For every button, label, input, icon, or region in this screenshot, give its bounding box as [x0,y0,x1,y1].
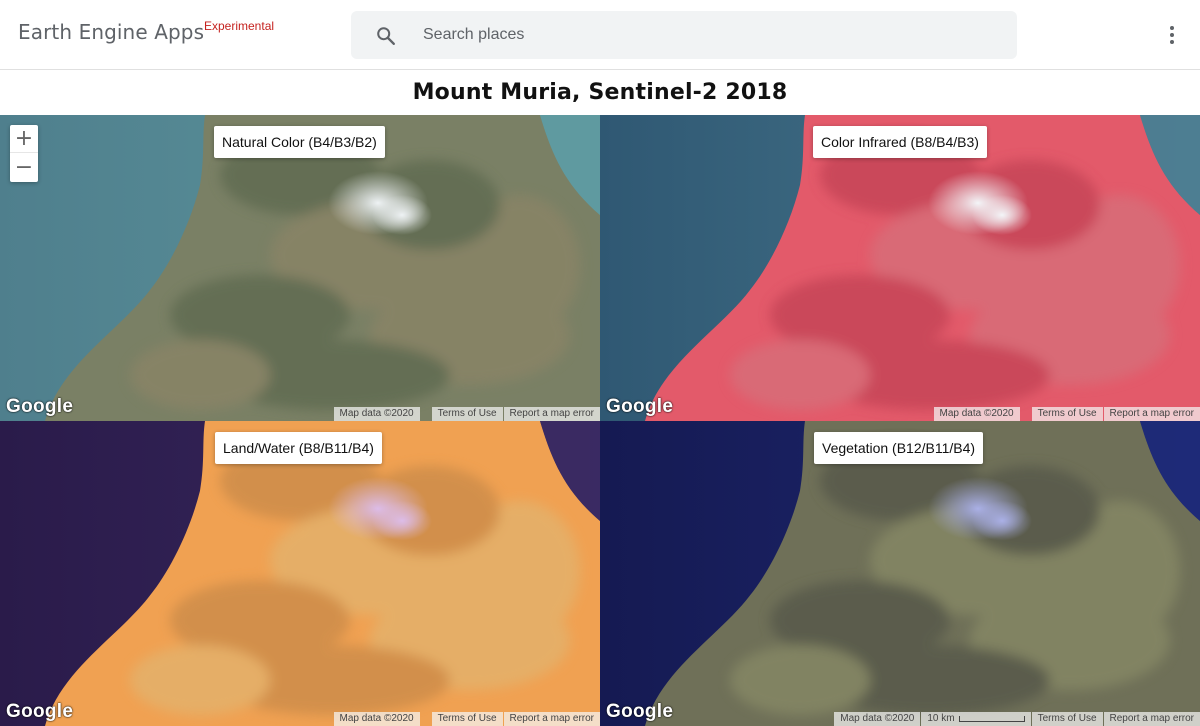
zoom-control: + − [10,125,38,182]
title-bar: Mount Muria, Sentinel-2 2018 [0,70,1200,115]
satellite-imagery[interactable] [600,421,1200,726]
report-error-link[interactable]: Report a map error [1103,712,1200,726]
attribution: Map data ©2020 Terms of Use Report a map… [333,712,600,726]
satellite-imagery[interactable] [600,115,1200,421]
attribution-gap [421,712,431,726]
search-input[interactable] [423,20,983,50]
app-header: Earth Engine Apps Experimental [0,0,1200,70]
attribution: Map data ©2020 Terms of Use Report a map… [333,407,600,421]
scale-label: 10 km [927,713,955,724]
more-dot [1170,26,1174,30]
map-panel-natural-color[interactable]: Natural Color (B4/B3/B2) Google Map data… [0,115,600,421]
summit-cloud [372,195,432,235]
map-panel-vegetation[interactable]: Vegetation (B12/B11/B4) Google Map data … [600,421,1200,726]
terms-link[interactable]: Terms of Use [1031,712,1103,726]
map-label: Land/Water (B8/B11/B4) [215,432,382,464]
brand-name[interactable]: Earth Engine Apps [18,20,204,44]
summit-cloud [972,195,1032,235]
more-vert-icon[interactable] [1160,22,1184,48]
satellite-imagery[interactable] [0,115,600,421]
attribution: Map data ©2020 10 km Terms of Use Report… [833,712,1200,726]
satellite-imagery[interactable] [0,421,600,726]
scale-line [958,716,1025,722]
search-icon[interactable] [375,25,397,47]
terms-link[interactable]: Terms of Use [1031,407,1103,421]
map-data-text: Map data ©2020 [933,407,1020,421]
report-error-link[interactable]: Report a map error [503,407,600,421]
page-title: Mount Muria, Sentinel-2 2018 [412,80,788,105]
report-error-link[interactable]: Report a map error [503,712,600,726]
terms-link[interactable]: Terms of Use [431,712,503,726]
google-logo[interactable]: Google [6,396,73,418]
google-logo[interactable]: Google [606,701,673,723]
terms-link[interactable]: Terms of Use [431,407,503,421]
map-label: Natural Color (B4/B3/B2) [214,126,385,158]
attribution-gap [421,407,431,421]
map-data-text: Map data ©2020 [834,712,921,726]
zoom-in-button[interactable]: + [10,125,38,153]
google-logo[interactable]: Google [6,701,73,723]
summit-cloud [372,500,432,541]
map-panel-color-infrared[interactable]: Color Infrared (B8/B4/B3) Google Map dat… [600,115,1200,421]
attribution: Map data ©2020 Terms of Use Report a map… [933,407,1200,421]
google-logo[interactable]: Google [606,396,673,418]
search-box[interactable] [351,11,1017,59]
scale-bar[interactable]: 10 km [921,712,1031,726]
map-data-text: Map data ©2020 [333,712,420,726]
zoom-out-button[interactable]: − [10,153,38,181]
attribution-gap [1021,407,1031,421]
report-error-link[interactable]: Report a map error [1103,407,1200,421]
summit-cloud [972,500,1032,541]
brand-tag: Experimental [204,19,275,33]
more-dot [1170,40,1174,44]
map-label: Vegetation (B12/B11/B4) [814,432,984,464]
map-label: Color Infrared (B8/B4/B3) [813,126,987,158]
brand[interactable]: Earth Engine Apps Experimental [18,19,274,52]
map-panel-land-water[interactable]: Land/Water (B8/B11/B4) Google Map data ©… [0,421,600,726]
more-dot [1170,33,1174,37]
map-data-text: Map data ©2020 [333,407,420,421]
